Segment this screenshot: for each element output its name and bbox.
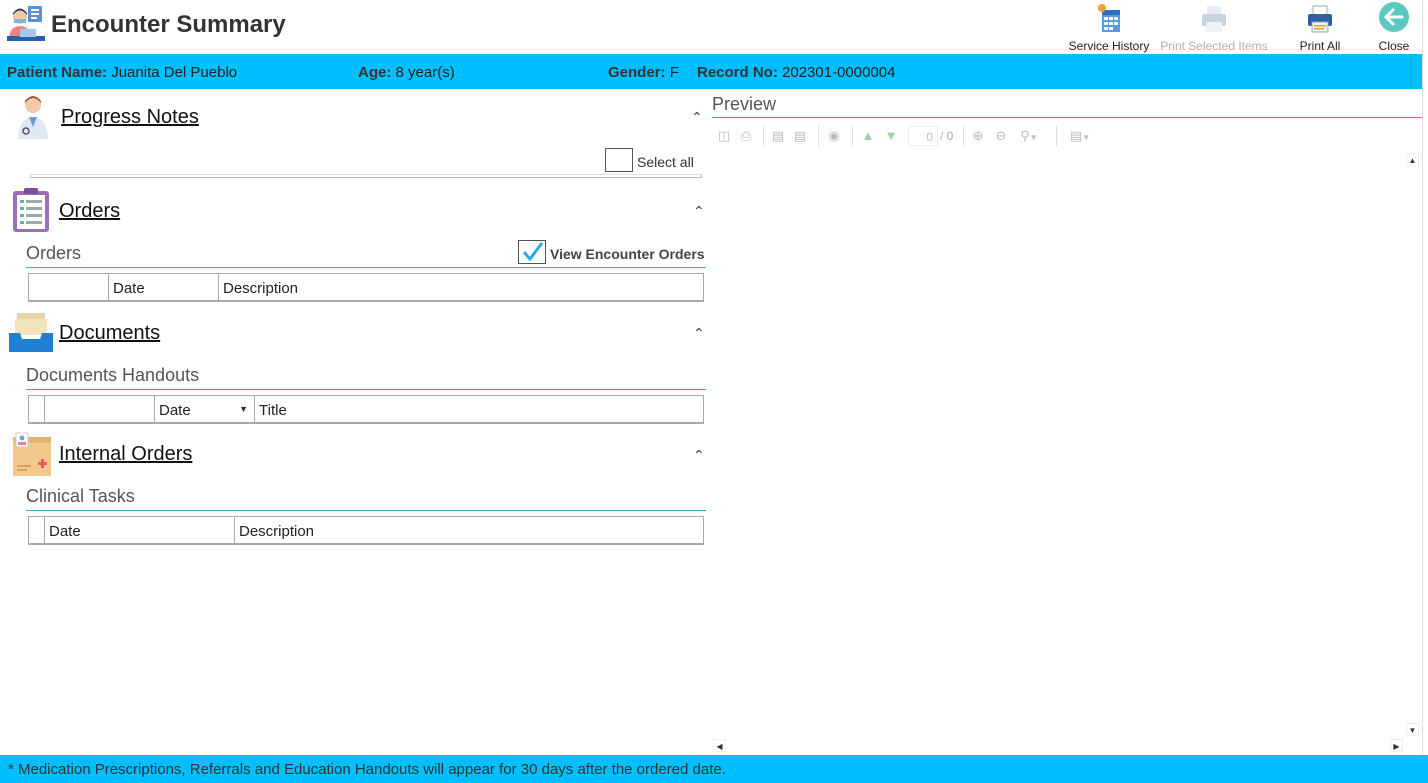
page-number-input[interactable]: 0 bbox=[908, 126, 938, 146]
internal-orders-col-date[interactable]: Date bbox=[45, 517, 235, 544]
patient-name-value: Juanita Del Pueblo bbox=[111, 64, 238, 81]
doctor-icon bbox=[18, 96, 48, 139]
service-history-button[interactable]: Service History bbox=[1067, 0, 1151, 54]
orders-col-description[interactable]: Description bbox=[219, 274, 703, 301]
scroll-left-icon[interactable]: ◀ bbox=[713, 739, 726, 752]
scroll-right-icon[interactable]: ▶ bbox=[1390, 739, 1403, 752]
zoom-in-icon[interactable]: ⊕ bbox=[970, 128, 986, 144]
window-edge bbox=[1422, 0, 1428, 783]
print-icon[interactable]: ⎙ bbox=[738, 128, 754, 144]
close-label: Close bbox=[1378, 39, 1410, 53]
select-all-checkbox[interactable] bbox=[605, 148, 633, 172]
orders-group-title: Orders bbox=[26, 243, 82, 263]
view-encounter-orders-label: View Encounter Orders bbox=[550, 246, 705, 262]
scroll-up-icon[interactable]: ▲ bbox=[1406, 153, 1419, 166]
scroll-down-icon[interactable]: ▼ bbox=[1406, 723, 1419, 736]
internal-orders-group-title: Clinical Tasks bbox=[26, 486, 135, 506]
printer-icon bbox=[1308, 5, 1332, 33]
service-history-label: Service History bbox=[1068, 39, 1150, 53]
sort-dropdown-icon[interactable]: ▼ bbox=[239, 404, 248, 414]
patient-record-value: 202301-0000004 bbox=[782, 64, 896, 81]
documents-col-title[interactable]: Title bbox=[255, 396, 703, 423]
toolbar-separator bbox=[852, 126, 853, 146]
patient-gender-label: Gender: bbox=[608, 64, 666, 81]
find-icon[interactable]: ◉ bbox=[826, 128, 842, 144]
first-page-icon[interactable]: ▤ bbox=[770, 128, 786, 144]
documents-header[interactable]: Documents bbox=[59, 322, 160, 345]
patient-record-label: Record No: bbox=[697, 64, 778, 81]
page-total: / 0 bbox=[940, 129, 954, 143]
documents-col-indicator bbox=[29, 396, 45, 423]
back-arrow-icon bbox=[1379, 2, 1409, 32]
print-all-label: Print All bbox=[1299, 39, 1341, 53]
preview-pane: Preview ◫ ⎙ ▤ ▤ ◉ ▲ ▼ 0 / 0 ⊕ ⊖ ⚲▼ ▤▼ ▲ … bbox=[712, 89, 1422, 754]
patient-gender: Gender: F bbox=[608, 64, 679, 81]
page-layout-dropdown-icon[interactable]: ▤▼ bbox=[1066, 128, 1094, 144]
internal-orders-divider bbox=[26, 510, 706, 511]
close-button[interactable]: Close bbox=[1370, 0, 1418, 54]
clipboard-icon bbox=[13, 188, 49, 232]
patient-age-value: 8 year(s) bbox=[395, 64, 455, 81]
print-selected-items-label: Print Selected Items bbox=[1160, 39, 1268, 53]
next-page-icon[interactable]: ▼ bbox=[883, 128, 899, 144]
orders-col-date[interactable]: Date bbox=[109, 274, 219, 301]
view-encounter-orders-checkbox[interactable] bbox=[518, 240, 546, 264]
select-all-label: Select all bbox=[637, 154, 694, 170]
page-title: Encounter Summary bbox=[51, 11, 286, 38]
footer-note: * Medication Prescriptions, Referrals an… bbox=[0, 755, 1428, 783]
documents-group-title: Documents Handouts bbox=[26, 365, 200, 385]
orders-grid-header: Date Description bbox=[28, 273, 704, 302]
orders-col-select[interactable] bbox=[29, 274, 109, 301]
internal-orders-col-description[interactable]: Description bbox=[235, 517, 703, 544]
patient-record: Record No: 202301-0000004 bbox=[697, 64, 895, 81]
documents-collapse-icon[interactable]: ⌃ bbox=[693, 325, 705, 342]
internal-orders-header[interactable]: Internal Orders bbox=[59, 443, 192, 466]
progress-notes-list bbox=[30, 174, 702, 178]
summary-sections: Progress Notes ⌃ Select all Orders ⌃ Ord… bbox=[0, 89, 712, 754]
internal-orders-collapse-icon[interactable]: ⌃ bbox=[693, 447, 705, 464]
documents-grid-header: Date ▼ Title bbox=[28, 395, 704, 424]
patient-age-label: Age: bbox=[358, 64, 392, 81]
preview-toolbar: ◫ ⎙ ▤ ▤ ◉ ▲ ▼ 0 / 0 ⊕ ⊖ ⚲▼ ▤▼ bbox=[712, 123, 1422, 149]
toolbar-separator bbox=[963, 126, 964, 146]
patient-info-bar: Patient Name: Juanita Del Pueblo Age: 8 … bbox=[0, 54, 1422, 89]
orders-collapse-icon[interactable]: ⌃ bbox=[693, 203, 705, 220]
medical-box-icon bbox=[13, 432, 51, 476]
patient-gender-value: F bbox=[669, 64, 679, 81]
previous-page-icon[interactable]: ▲ bbox=[860, 128, 876, 144]
internal-orders-col-indicator bbox=[29, 517, 45, 544]
printer-icon bbox=[1202, 6, 1226, 32]
orders-header[interactable]: Orders bbox=[59, 200, 120, 223]
zoom-dropdown-icon[interactable]: ⚲▼ bbox=[1016, 128, 1042, 144]
preview-title: Preview bbox=[712, 94, 777, 114]
toolbar-separator bbox=[818, 126, 819, 146]
progress-notes-collapse-icon[interactable]: ⌃ bbox=[691, 109, 703, 126]
patient-age: Age: 8 year(s) bbox=[358, 64, 455, 81]
documents-divider bbox=[26, 389, 706, 390]
print-selected-items-button[interactable]: Print Selected Items bbox=[1158, 0, 1270, 54]
documents-col-date[interactable]: Date ▼ bbox=[155, 396, 255, 423]
internal-orders-grid-header: Date Description bbox=[28, 516, 704, 545]
last-page-icon[interactable]: ▤ bbox=[792, 128, 808, 144]
patient-name-label: Patient Name: bbox=[7, 64, 108, 81]
progress-notes-header[interactable]: Progress Notes bbox=[61, 106, 199, 129]
document-tray-icon bbox=[9, 313, 53, 352]
documents-col-select[interactable] bbox=[45, 396, 155, 423]
checkmark-icon bbox=[522, 242, 544, 262]
documents-col-date-label: Date bbox=[159, 402, 191, 419]
preview-divider bbox=[712, 117, 1422, 118]
toolbar-separator bbox=[763, 126, 764, 146]
patient-name: Patient Name: Juanita Del Pueblo bbox=[7, 64, 237, 81]
print-all-button[interactable]: Print All bbox=[1290, 0, 1350, 54]
toolbar-separator bbox=[1056, 126, 1057, 146]
calendar-history-icon bbox=[1098, 4, 1120, 32]
orders-divider bbox=[26, 267, 706, 268]
doctor-at-desk-icon bbox=[7, 6, 45, 41]
export-icon[interactable]: ◫ bbox=[716, 128, 732, 144]
zoom-out-icon[interactable]: ⊖ bbox=[993, 128, 1009, 144]
title-bar: Encounter Summary Service History Print … bbox=[0, 0, 1428, 54]
